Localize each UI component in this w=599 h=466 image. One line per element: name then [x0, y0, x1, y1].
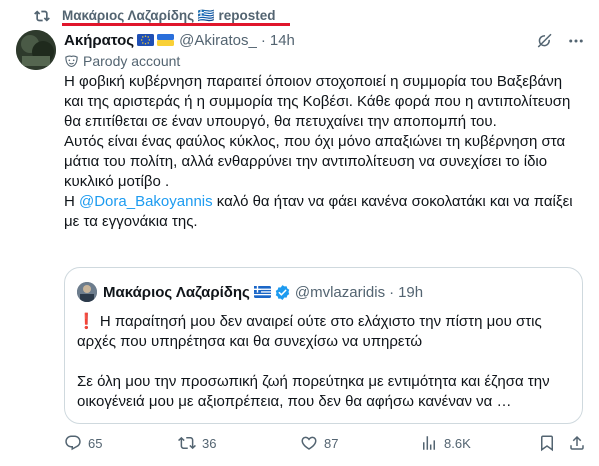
avatar[interactable]: [16, 30, 56, 70]
separator-dot: ·: [260, 31, 266, 49]
quoted-timestamp[interactable]: 19h: [398, 284, 423, 301]
separator-dot: ·: [389, 283, 395, 301]
quoted-handle[interactable]: @mvlazaridis: [295, 284, 385, 301]
text-prefix: Η: [64, 193, 79, 210]
like-button[interactable]: 87: [300, 432, 338, 454]
grok-icon[interactable]: [536, 32, 554, 50]
share-icon: [570, 435, 584, 450]
reply-button[interactable]: 65: [64, 432, 102, 454]
repost-count: 36: [202, 435, 217, 451]
repost-label: Μακάριος Λαζαρίδης 🇬🇷 reposted: [62, 8, 276, 23]
quoted-tweet-text: ❗ Η παραίτησή μου δεν αναιρεί ούτε στο ε…: [77, 312, 577, 412]
heart-icon: [301, 436, 317, 450]
bookmark-button[interactable]: [538, 432, 556, 454]
reply-count: 65: [88, 435, 103, 451]
parody-text: Parody account: [83, 53, 181, 69]
views-icon: [423, 436, 435, 450]
share-button[interactable]: [568, 432, 586, 454]
repost-icon: [34, 10, 50, 22]
annotation-underline: [62, 23, 290, 26]
verified-badge-icon: [275, 284, 290, 300]
quoted-paragraph: ❗ Η παραίτησή μου δεν αναιρεί ούτε στο ε…: [77, 313, 542, 350]
eu-flag-icon: [137, 34, 155, 46]
views-button[interactable]: 8.6K: [420, 432, 471, 454]
views-count: 8.6K: [444, 435, 471, 451]
mention-link[interactable]: @Dora_Bakoyannis: [79, 193, 213, 210]
greece-flag-icon: [253, 286, 271, 298]
quoted-avatar: [77, 282, 97, 302]
tweet-paragraph: Αυτός είναι ένας φαύλος κύκλος, που όχι …: [64, 133, 566, 190]
parody-account-label: Parody account: [64, 51, 180, 71]
tweet-paragraph: Η φοβική κυβέρνηση παραιτεί όποιον στοχο…: [64, 73, 571, 130]
bookmark-icon: [541, 435, 553, 452]
repost-button[interactable]: 36: [178, 432, 216, 454]
tweet-header: Ακήρατος @Akiratos_ · 14h: [64, 30, 295, 50]
avatar-image: [16, 30, 56, 70]
quoted-display-name[interactable]: Μακάριος Λαζαρίδης: [103, 284, 250, 301]
tweet-text: Η φοβική κυβέρνηση παραιτεί όποιον στοχο…: [64, 72, 584, 232]
retweet-icon: [178, 436, 196, 450]
reply-icon: [65, 435, 81, 451]
tweet-paragraph: Η @Dora_Bakoyannis καλό θα ήταν να φάει …: [64, 192, 584, 232]
quoted-paragraph: Σε όλη μου την προσωπική ζωή πορεύτηκα μ…: [77, 373, 550, 410]
action-bar: 65 36 87 8.6K: [64, 432, 584, 454]
quoted-tweet-header: Μακάριος Λαζαρίδης @mvlazaridis · 19h: [77, 282, 423, 302]
ukraine-flag-icon: [157, 34, 175, 46]
quoted-tweet[interactable]: Μακάριος Λαζαρίδης @mvlazaridis · 19h ❗ …: [64, 267, 583, 424]
parody-mask-icon: [65, 55, 78, 67]
handle[interactable]: @Akiratos_: [179, 32, 257, 49]
more-icon[interactable]: [566, 32, 586, 50]
like-count: 87: [324, 435, 339, 451]
display-name[interactable]: Ακήρατος: [64, 32, 134, 49]
timestamp[interactable]: 14h: [270, 32, 295, 49]
